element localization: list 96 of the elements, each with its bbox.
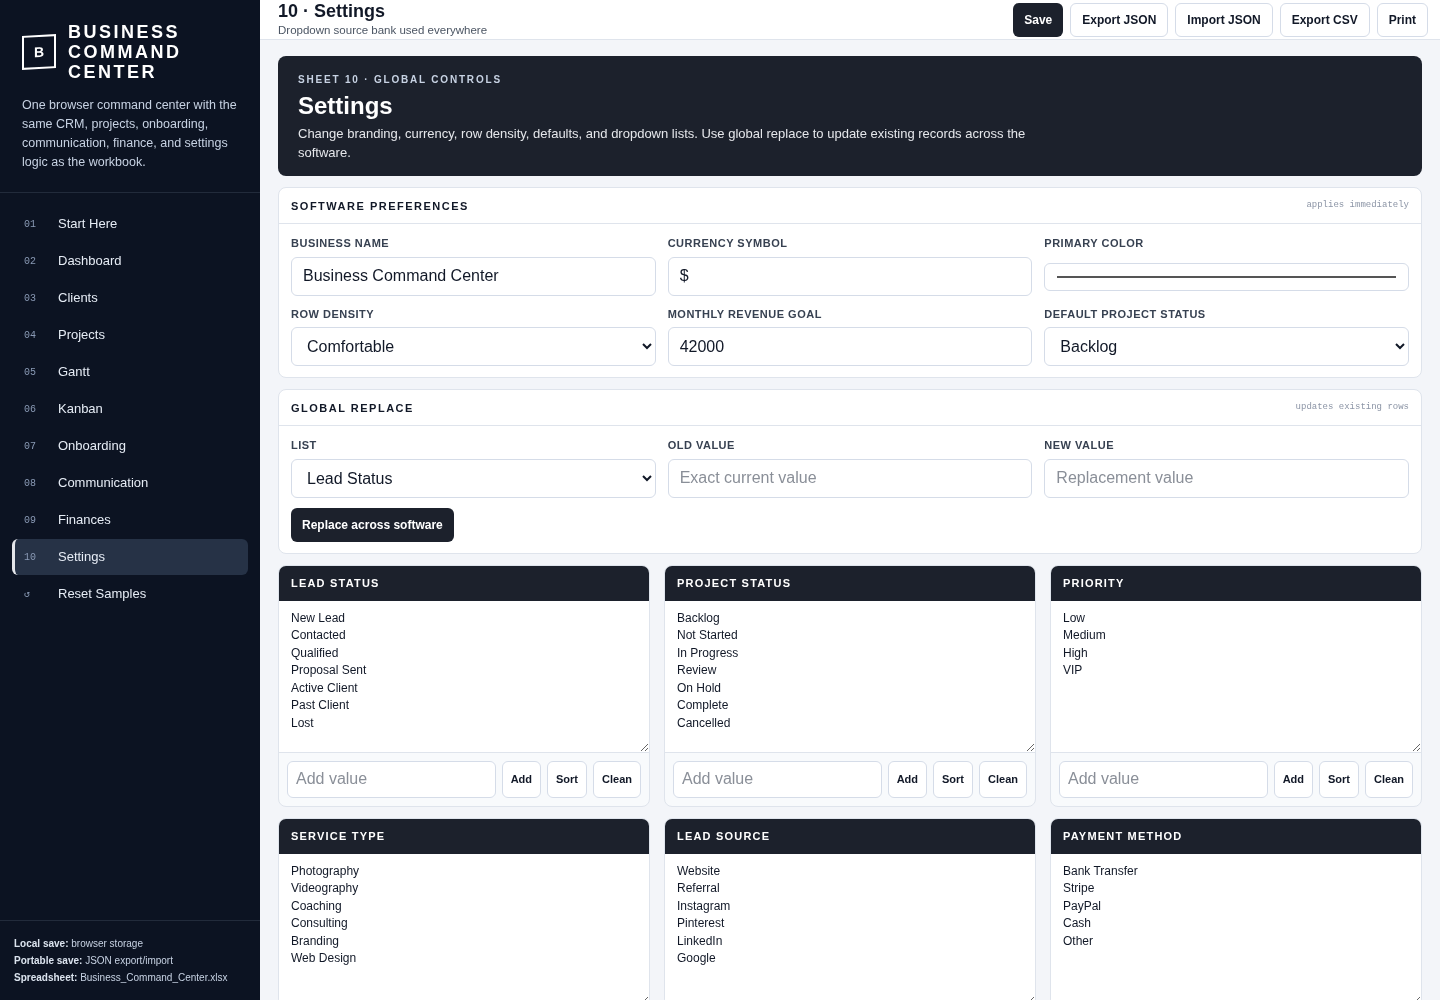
item-number: 05 (24, 365, 37, 380)
card-title: PRIORITY (1063, 576, 1125, 591)
list-action-button[interactable]: Sort (933, 760, 974, 798)
field-label: BUSINESS NAME (291, 236, 391, 252)
toolbar-button[interactable]: Save (1013, 2, 1064, 37)
field-label: NEW VALUE (1044, 438, 1115, 454)
item-label: Finances (58, 511, 111, 530)
list-textarea[interactable]: Backlog Not Started In Progress Review On Hold Complete Cancelled (665, 600, 1035, 753)
list-textarea[interactable]: Bank Transfer Stripe PayPal Cash Other (1051, 853, 1421, 1000)
toolbar-button[interactable]: Print (1376, 2, 1428, 37)
card-title: LEAD SOURCE (677, 829, 771, 844)
field-label: PRIMARY COLOR (1044, 236, 1145, 252)
replace-button[interactable]: Replace across software (291, 507, 454, 542)
hero-title: Settings (298, 91, 394, 122)
sidebar-item[interactable]: 10 Settings (12, 539, 248, 575)
page-subtitle: Dropdown source bank used everywhere (278, 23, 488, 38)
list-textarea[interactable]: Photography Videography Coaching Consulting Branding Web Design (279, 853, 649, 1000)
panel-title: GLOBAL REPLACE (291, 400, 414, 416)
item-label: Communication (58, 474, 149, 493)
list-action-button[interactable]: Add (501, 760, 542, 798)
select-field[interactable]: Comfortable (291, 327, 656, 367)
item-number: 07 (24, 439, 37, 454)
list-action-button[interactable]: Clean (979, 760, 1027, 798)
field-label: OLD VALUE (667, 438, 736, 454)
card-title: PROJECT STATUS (677, 576, 792, 591)
item-number: 04 (24, 328, 37, 343)
list-action-button[interactable]: Sort (547, 760, 588, 798)
storage-note: Local save: browser storage (14, 937, 144, 951)
card-title: SERVICE TYPE (291, 829, 386, 844)
add-value-field[interactable]: Add value (673, 760, 882, 798)
item-label: Projects (58, 326, 105, 345)
hero-text: Change branding, currency, row density, defaults, and dropdown lists. Use global replace to update existing records across the software. (298, 125, 1027, 163)
sidebar-item[interactable]: 06 Kanban (12, 391, 248, 427)
sidebar-item[interactable]: ↺ Reset Samples (12, 576, 248, 612)
select-field[interactable]: Lead Status (291, 458, 656, 498)
panel-title: SOFTWARE PREFERENCES (291, 198, 469, 214)
add-value-field[interactable]: Add value (287, 760, 496, 798)
item-label: Onboarding (58, 437, 126, 456)
toolbar-button[interactable]: Export CSV (1279, 2, 1370, 37)
input-field[interactable]: Replacement value (1044, 458, 1409, 498)
toolbar-button[interactable]: Import JSON (1175, 2, 1273, 37)
input-field[interactable]: Business Command Center (291, 256, 656, 296)
logo-mark: B (22, 34, 56, 70)
list-action-button[interactable]: Sort (1319, 760, 1360, 798)
item-number: ↺ (24, 587, 32, 602)
item-label: Settings (58, 548, 105, 567)
item-label: Reset Samples (58, 585, 147, 604)
page-title: 10 · Settings (278, 0, 387, 22)
color-picker[interactable] (1044, 262, 1409, 291)
item-label: Kanban (58, 400, 103, 419)
sidebar-item[interactable]: 08 Communication (12, 465, 248, 501)
item-label: Start Here (58, 215, 118, 234)
brand-description: One browser command center with the same CRM, projects, onboarding, communication, finance, and settings logic as the workbook. (22, 97, 238, 171)
field-label: ROW DENSITY (291, 306, 376, 322)
item-number: 09 (24, 513, 37, 528)
sidebar-item[interactable]: 05 Gantt (12, 354, 248, 390)
item-label: Dashboard (58, 252, 122, 271)
item-number: 01 (24, 217, 37, 232)
item-number: 03 (24, 291, 37, 306)
input-field[interactable]: Exact current value (667, 458, 1033, 498)
input-field[interactable]: 42000 (667, 327, 1033, 367)
field-label: MONTHLY REVENUE GOAL (667, 306, 823, 322)
list-action-button[interactable]: Add (1273, 760, 1314, 798)
list-action-button[interactable]: Clean (1365, 760, 1413, 798)
item-label: Gantt (58, 363, 90, 382)
sidebar-item[interactable]: 02 Dashboard (12, 243, 248, 279)
card-title: PAYMENT METHOD (1063, 829, 1183, 844)
field-label: DEFAULT PROJECT STATUS (1044, 306, 1207, 322)
list-textarea[interactable]: Low Medium High VIP (1051, 600, 1421, 753)
card-title: LEAD STATUS (291, 576, 380, 591)
item-label: Clients (58, 289, 98, 308)
field-label: CURRENCY SYMBOL (667, 236, 789, 252)
storage-note: Portable save: JSON export/import (14, 954, 174, 968)
list-action-button[interactable]: Add (887, 760, 928, 798)
sidebar-item[interactable]: 09 Finances (12, 502, 248, 538)
panel-note: applies immediately (1306, 199, 1409, 212)
list-textarea[interactable]: Website Referral Instagram Pinterest LinkedIn Google (665, 853, 1035, 1000)
list-textarea[interactable]: New Lead Contacted Qualified Proposal Sent Active Client Past Client Lost (279, 600, 649, 753)
sidebar-item[interactable]: 03 Clients (12, 280, 248, 316)
sidebar-item[interactable]: 04 Projects (12, 317, 248, 353)
select-field[interactable]: Backlog (1044, 327, 1409, 367)
brand-title: BUSINESS COMMAND CENTER (68, 22, 182, 82)
item-number: 10 (24, 550, 37, 565)
hero-eyebrow: SHEET 10 · GLOBAL CONTROLS (298, 73, 503, 88)
sidebar-item[interactable]: 01 Start Here (12, 206, 248, 242)
panel-note: updates existing rows (1295, 401, 1409, 414)
item-number: 06 (24, 402, 37, 417)
toolbar-button[interactable]: Export JSON (1070, 2, 1169, 37)
sidebar-item[interactable]: 07 Onboarding (12, 428, 248, 464)
item-number: 02 (24, 254, 37, 269)
item-number: 08 (24, 476, 37, 491)
list-action-button[interactable]: Clean (593, 760, 641, 798)
field-label: LIST (291, 438, 318, 454)
storage-note: Spreadsheet: Business_Command_Center.xlsx (14, 971, 229, 985)
add-value-field[interactable]: Add value (1059, 760, 1268, 798)
input-field[interactable]: $ (667, 256, 1033, 296)
